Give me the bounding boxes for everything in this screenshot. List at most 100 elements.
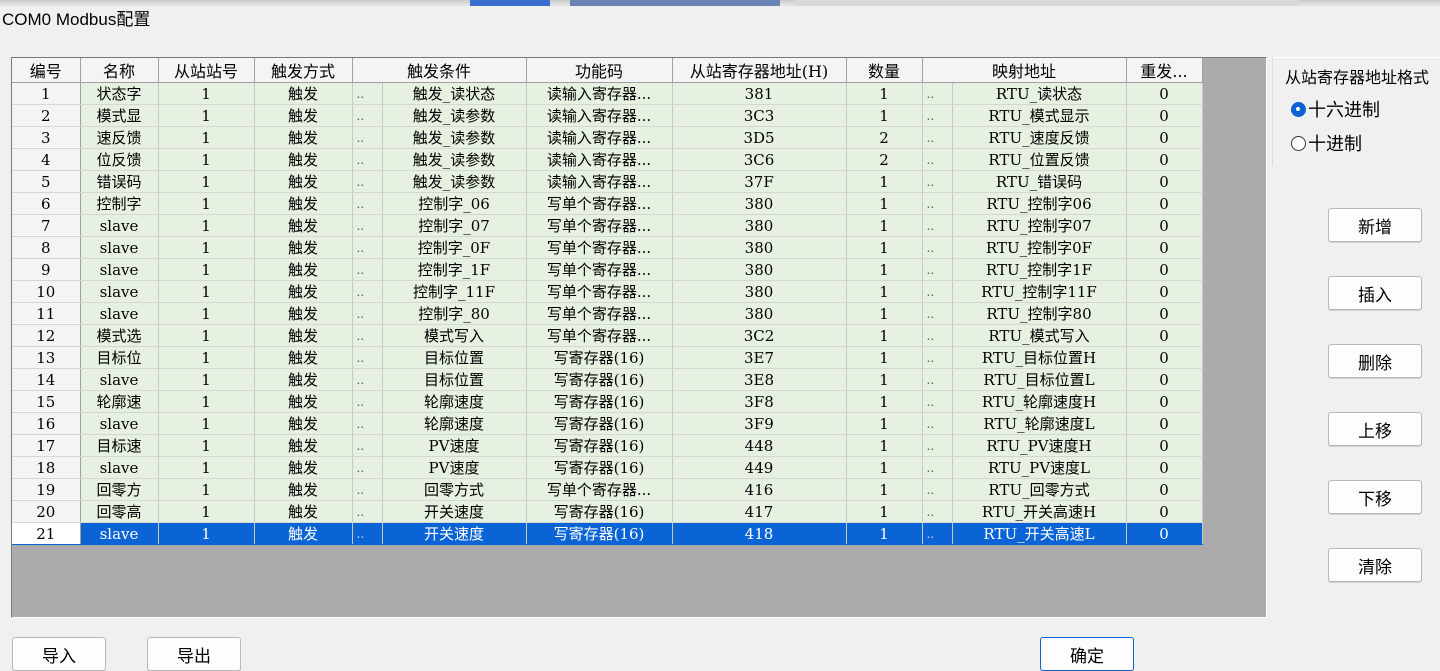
cell-trigger-condition: 回零方式 (382, 478, 527, 501)
cell-condition-ellipsis[interactable]: .. (352, 522, 383, 545)
cell-mapping-ellipsis[interactable]: .. (922, 104, 953, 127)
cell-mapping-ellipsis[interactable]: .. (922, 126, 953, 149)
cell-condition-ellipsis[interactable]: .. (352, 324, 383, 347)
move-up-button[interactable]: 上移 (1328, 412, 1422, 446)
cell-mapping-ellipsis[interactable]: .. (922, 258, 953, 281)
table-row[interactable]: 15 轮廓速 1 触发.. 轮廓速度 写寄存器(16) 3F8 1.. RTU_轮廓速度H 0 (12, 390, 1203, 413)
cell-mapping-ellipsis[interactable]: .. (922, 82, 953, 105)
cell-name: 模式显 (80, 104, 159, 127)
table-row[interactable]: 14 slave 1 触发.. 目标位置 写寄存器(16) 3E8 1.. RTU_目标位置L 0 (12, 368, 1203, 391)
cell-trigger-mode: 触发 (254, 82, 353, 105)
table-row[interactable]: 13 目标位 1 触发.. 目标位置 写寄存器(16) 3E7 1.. RTU_目标位置H 0 (12, 346, 1203, 369)
column-header-trigger-mode[interactable]: 触发方式 (254, 58, 353, 83)
table-row[interactable]: 2 模式显 1 触发.. 触发_读参数 读输入寄存器... 3C3 1.. RTU_模式显示 0 (12, 104, 1203, 127)
cell-trigger-mode: 触发 (254, 104, 353, 127)
cell-trigger-mode: 触发 (254, 148, 353, 171)
cell-mapping-ellipsis[interactable]: .. (922, 522, 953, 545)
cell-condition-ellipsis[interactable]: .. (352, 500, 383, 523)
column-header-function-code[interactable]: 功能码 (526, 58, 673, 83)
cell-condition-ellipsis[interactable]: .. (352, 170, 383, 193)
cell-condition-ellipsis[interactable]: .. (352, 280, 383, 303)
cell-mapping-ellipsis[interactable]: .. (922, 456, 953, 479)
title-bar: COM0 Modbus配置 (0, 6, 1440, 40)
column-header-register-address[interactable]: 从站寄存器地址(H) (672, 58, 847, 83)
cell-condition-ellipsis[interactable]: .. (352, 214, 383, 237)
cell-mapping-ellipsis[interactable]: .. (922, 214, 953, 237)
table-row[interactable]: 8 slave 1 触发.. 控制字_0F 写单个寄存器... 380 1.. RTU_控制字0… (12, 236, 1203, 259)
cell-station: 1 (158, 302, 255, 325)
cell-condition-ellipsis[interactable]: .. (352, 104, 383, 127)
table-row[interactable]: 6 控制字 1 触发.. 控制字_06 写单个寄存器... 380 1.. RTU_控制字06 0 (12, 192, 1203, 215)
column-header-no[interactable]: 编号 (12, 58, 81, 83)
decimal-radio[interactable]: 十进制 (1291, 132, 1362, 154)
cell-condition-ellipsis[interactable]: .. (352, 258, 383, 281)
cell-mapping-ellipsis[interactable]: .. (922, 324, 953, 347)
cell-mapping-ellipsis[interactable]: .. (922, 302, 953, 325)
cell-mapping-ellipsis[interactable]: .. (922, 412, 953, 435)
column-header-name[interactable]: 名称 (80, 58, 159, 83)
cell-condition-ellipsis[interactable]: .. (352, 192, 383, 215)
column-header-station[interactable]: 从站站号 (158, 58, 255, 83)
import-button[interactable]: 导入 (12, 637, 106, 671)
insert-button[interactable]: 插入 (1328, 276, 1422, 310)
cell-register-address: 3F8 (672, 390, 847, 413)
cell-name: 位反馈 (80, 148, 159, 171)
cell-condition-ellipsis[interactable]: .. (352, 412, 383, 435)
cell-mapping-ellipsis[interactable]: .. (922, 390, 953, 413)
table-row[interactable]: 4 位反馈 1 触发.. 触发_读参数 读输入寄存器... 3C6 2.. RTU_位置反馈 0 (12, 148, 1203, 171)
cell-mapping-ellipsis[interactable]: .. (922, 280, 953, 303)
cell-mapping-ellipsis[interactable]: .. (922, 192, 953, 215)
column-header-mapping-address[interactable]: 映射地址 (922, 58, 1127, 83)
table-row[interactable]: 11 slave 1 触发.. 控制字_80 写单个寄存器... 380 1.. RTU_控制字… (12, 302, 1203, 325)
move-down-button[interactable]: 下移 (1328, 480, 1422, 514)
cell-mapping-ellipsis[interactable]: .. (922, 500, 953, 523)
table-row[interactable]: 9 slave 1 触发.. 控制字_1F 写单个寄存器... 380 1.. RTU_控制字1… (12, 258, 1203, 281)
table-row[interactable]: 21 slave 1 触发.. 开关速度 写寄存器(16) 418 1.. RTU_开关高速L 0 (12, 522, 1203, 545)
cell-condition-ellipsis[interactable]: .. (352, 346, 383, 369)
cell-station: 1 (158, 500, 255, 523)
export-button[interactable]: 导出 (147, 637, 241, 671)
table-row[interactable]: 3 速反馈 1 触发.. 触发_读参数 读输入寄存器... 3D5 2.. RTU_速度反馈 0 (12, 126, 1203, 149)
add-button[interactable]: 新增 (1328, 208, 1422, 242)
cell-register-address: 380 (672, 214, 847, 237)
cell-condition-ellipsis[interactable]: .. (352, 434, 383, 457)
modbus-grid[interactable]: 编号 名称 从站站号 触发方式 触发条件 功能码 从站寄存器地址(H) 数量 映… (11, 57, 1267, 618)
cell-condition-ellipsis[interactable]: .. (352, 126, 383, 149)
clear-button[interactable]: 清除 (1328, 548, 1422, 582)
hex-radio[interactable]: 十六进制 (1291, 98, 1380, 120)
cell-mapping-ellipsis[interactable]: .. (922, 148, 953, 171)
cell-condition-ellipsis[interactable]: .. (352, 456, 383, 479)
cell-mapping-ellipsis[interactable]: .. (922, 170, 953, 193)
table-row[interactable]: 1 状态字 1 触发.. 触发_读状态 读输入寄存器... 381 1.. RTU_读状态 0 (12, 82, 1203, 105)
cell-condition-ellipsis[interactable]: .. (352, 478, 383, 501)
table-row[interactable]: 7 slave 1 触发.. 控制字_07 写单个寄存器... 380 1.. RTU_控制字0… (12, 214, 1203, 237)
cell-station: 1 (158, 192, 255, 215)
cell-mapping-ellipsis[interactable]: .. (922, 368, 953, 391)
cell-condition-ellipsis[interactable]: .. (352, 390, 383, 413)
table-row[interactable]: 12 模式选 1 触发.. 模式写入 写单个寄存器... 3C2 1.. RTU_模式写入 0 (12, 324, 1203, 347)
delete-button[interactable]: 删除 (1328, 344, 1422, 378)
ok-button[interactable]: 确定 (1040, 637, 1134, 671)
cell-mapping-ellipsis[interactable]: .. (922, 434, 953, 457)
table-row[interactable]: 18 slave 1 触发.. PV速度 写寄存器(16) 449 1.. RTU_PV速度L 0 (12, 456, 1203, 479)
cell-register-address: 449 (672, 456, 847, 479)
cell-condition-ellipsis[interactable]: .. (352, 302, 383, 325)
cell-condition-ellipsis[interactable]: .. (352, 148, 383, 171)
table-row[interactable]: 10 slave 1 触发.. 控制字_11F 写单个寄存器... 380 1.. RTU_控制… (12, 280, 1203, 303)
cell-station: 1 (158, 214, 255, 237)
cell-condition-ellipsis[interactable]: .. (352, 82, 383, 105)
table-row[interactable]: 5 错误码 1 触发.. 触发_读参数 读输入寄存器... 37F 1.. RTU_错误码 0 (12, 170, 1203, 193)
column-header-quantity[interactable]: 数量 (846, 58, 923, 83)
column-header-trigger-condition[interactable]: 触发条件 (352, 58, 527, 83)
cell-mapping-ellipsis[interactable]: .. (922, 478, 953, 501)
table-row[interactable]: 20 回零高 1 触发.. 开关速度 写寄存器(16) 417 1.. RTU_开关高速H 0 (12, 500, 1203, 523)
cell-mapping-ellipsis[interactable]: .. (922, 346, 953, 369)
table-row[interactable]: 19 回零方 1 触发.. 回零方式 写单个寄存器... 416 1.. RTU_回零方式 0 (12, 478, 1203, 501)
cell-trigger-condition: 触发_读状态 (382, 82, 527, 105)
column-header-resend[interactable]: 重发... (1126, 58, 1203, 83)
cell-mapping-ellipsis[interactable]: .. (922, 236, 953, 259)
cell-condition-ellipsis[interactable]: .. (352, 236, 383, 259)
table-row[interactable]: 16 slave 1 触发.. 轮廓速度 写寄存器(16) 3F9 1.. RTU_轮廓速度L 0 (12, 412, 1203, 435)
table-row[interactable]: 17 目标速 1 触发.. PV速度 写寄存器(16) 448 1.. RTU_PV速度H 0 (12, 434, 1203, 457)
cell-condition-ellipsis[interactable]: .. (352, 368, 383, 391)
